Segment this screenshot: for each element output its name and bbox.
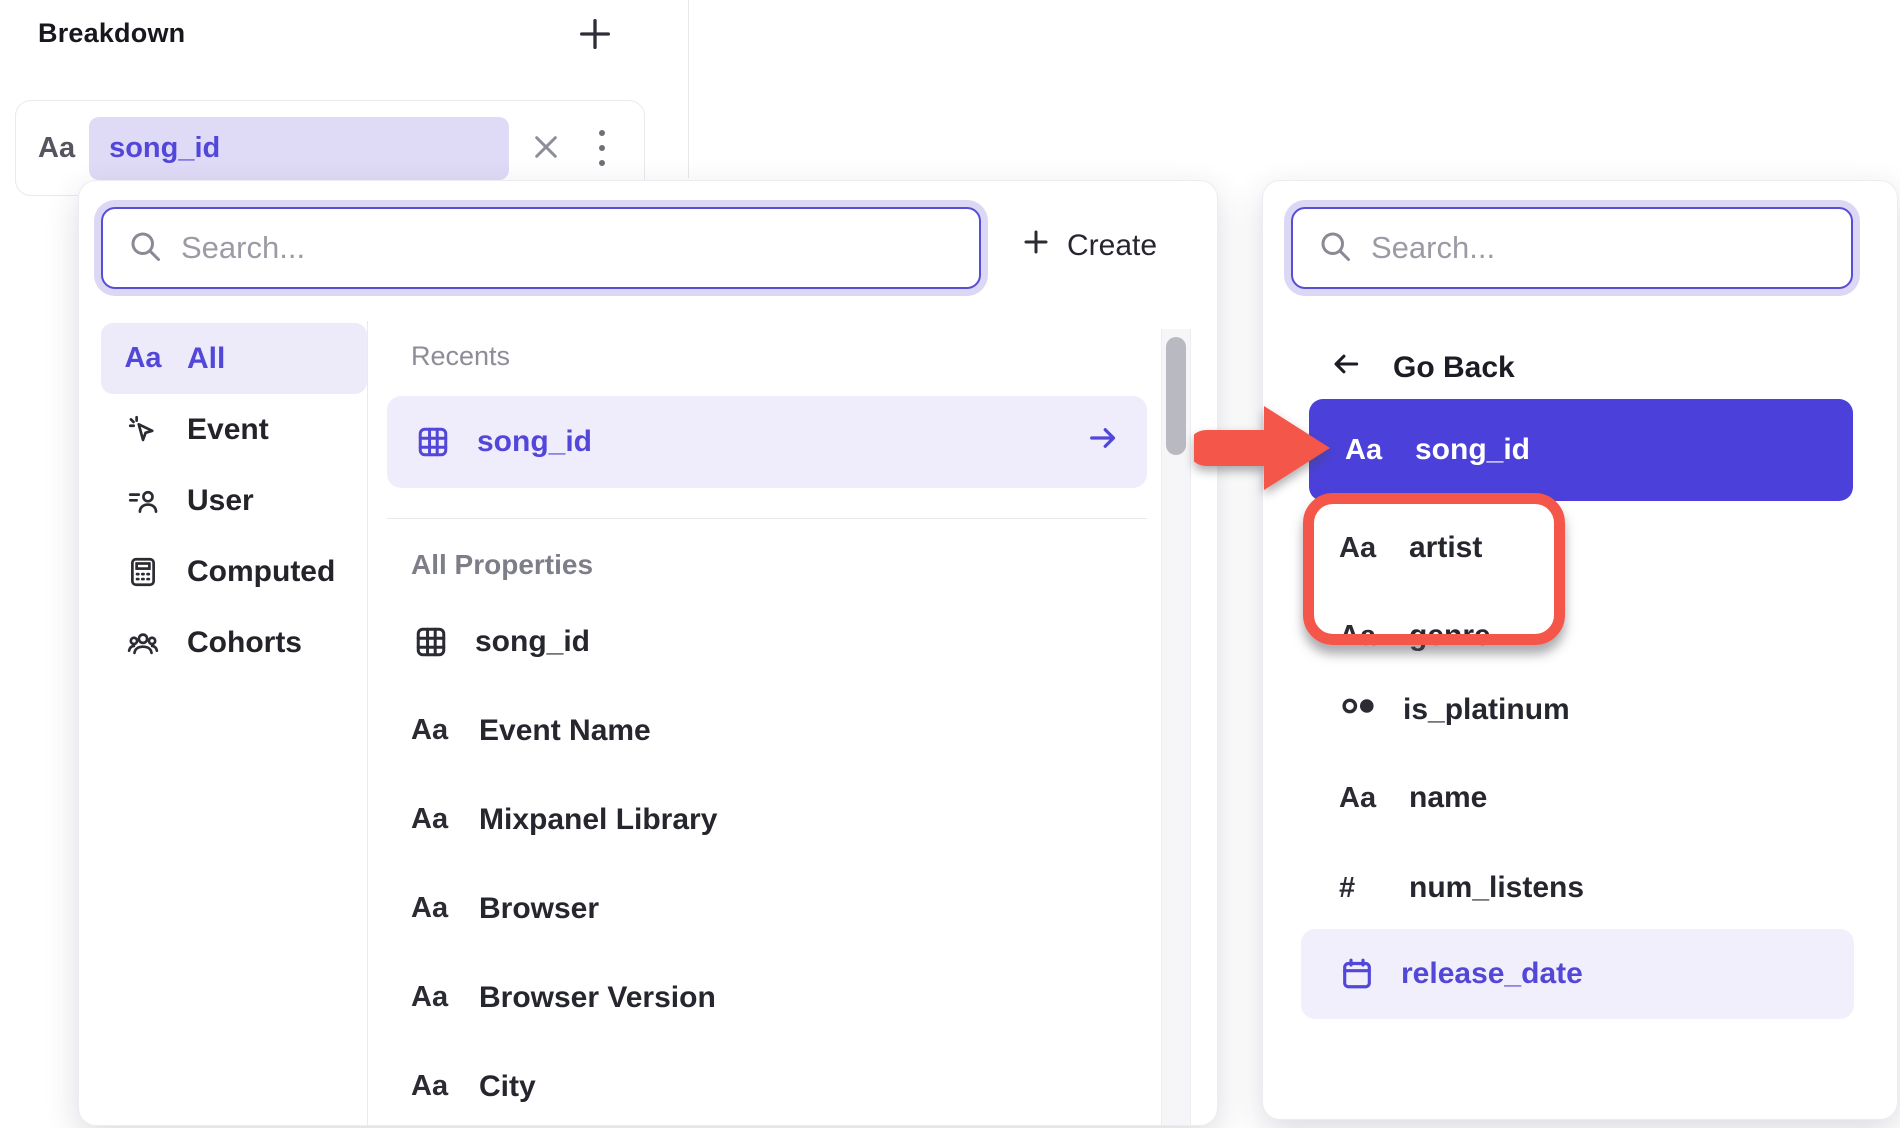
- table-grid-icon: [411, 624, 451, 660]
- text-type-icon: Aa: [1339, 534, 1385, 563]
- number-type-icon: #: [1339, 874, 1385, 903]
- text-type-icon: Aa: [1345, 436, 1391, 465]
- text-type-icon: Aa: [411, 983, 455, 1012]
- breakdown-title: Breakdown: [38, 18, 185, 49]
- property-label: Mixpanel Library: [479, 803, 717, 837]
- remove-breakdown-button[interactable]: [524, 126, 568, 170]
- text-type-icon: Aa: [411, 805, 455, 834]
- property-subpanel: Go Back Aa song_id Aa artist Aa genre is…: [1262, 180, 1898, 1120]
- annotation-arrow-icon: [1194, 398, 1342, 498]
- recents-header: Recents: [411, 341, 1147, 372]
- plus-icon: [1021, 227, 1051, 265]
- calculator-icon: [123, 555, 163, 589]
- subproperty-item-release-date[interactable]: release_date: [1301, 929, 1854, 1019]
- subproperty-label: release_date: [1401, 957, 1583, 991]
- text-type-icon: Aa: [411, 716, 455, 745]
- text-type-icon: Aa: [1339, 784, 1385, 813]
- breakdown-options-button[interactable]: [582, 122, 622, 174]
- property-label: Event Name: [479, 714, 651, 748]
- category-label: Computed: [187, 555, 335, 589]
- subproperty-item-artist[interactable]: Aa artist: [1303, 511, 1803, 585]
- sidebar-edge-divider: [688, 0, 689, 178]
- text-type-icon: Aa: [411, 1072, 455, 1101]
- category-computed[interactable]: Computed: [101, 536, 367, 607]
- text-type-icon: Aa: [1339, 622, 1385, 651]
- add-breakdown-button[interactable]: [566, 6, 624, 64]
- subproperty-item-song-id[interactable]: Aa song_id: [1309, 399, 1853, 501]
- subproperty-label: artist: [1409, 531, 1482, 565]
- property-label: Browser: [479, 892, 599, 926]
- subproperty-label: genre: [1409, 619, 1491, 653]
- scrollbar-track[interactable]: [1161, 329, 1191, 1125]
- section-divider: [387, 518, 1147, 519]
- scrollbar-thumb[interactable]: [1166, 337, 1186, 455]
- search-input[interactable]: [1371, 230, 1827, 266]
- search-icon: [127, 228, 163, 269]
- search-input[interactable]: [181, 230, 955, 266]
- category-nav: Aa All Event User Computed: [101, 323, 367, 678]
- subproperty-item-name[interactable]: Aa name: [1303, 761, 1843, 835]
- subproperty-label: name: [1409, 781, 1487, 815]
- go-back-button[interactable]: Go Back: [1329, 347, 1515, 389]
- search-icon: [1317, 228, 1353, 269]
- plus-icon: [575, 14, 615, 57]
- property-label: Browser Version: [479, 981, 716, 1015]
- subproperty-label: song_id: [1415, 433, 1530, 467]
- text-type-icon: Aa: [411, 894, 455, 923]
- panel-divider: [367, 321, 368, 1125]
- subproperty-item-genre[interactable]: Aa genre: [1303, 599, 1803, 673]
- recent-item-song-id[interactable]: song_id: [387, 396, 1147, 488]
- property-item-mixpanel-library[interactable]: Aa Mixpanel Library: [387, 775, 1147, 864]
- property-label: City: [479, 1070, 536, 1104]
- property-selector-screen: Breakdown Aa song_id Create: [0, 0, 1900, 1128]
- boolean-type-icon: [1339, 689, 1379, 731]
- property-item-city[interactable]: Aa City: [387, 1042, 1147, 1128]
- category-cohorts[interactable]: Cohorts: [101, 607, 367, 678]
- category-user[interactable]: User: [101, 465, 367, 536]
- property-item-song-id[interactable]: song_id: [387, 597, 1147, 686]
- all-properties-header: All Properties: [411, 549, 1147, 581]
- event-cursor-icon: [123, 413, 163, 447]
- right-search-box: [1291, 207, 1853, 289]
- property-item-browser[interactable]: Aa Browser: [387, 864, 1147, 953]
- property-item-event-name[interactable]: Aa Event Name: [387, 686, 1147, 775]
- go-back-label: Go Back: [1393, 351, 1515, 385]
- category-all[interactable]: Aa All: [101, 323, 367, 394]
- property-list: Recents song_id All Properties song_id: [387, 323, 1147, 1128]
- category-label: Cohorts: [187, 626, 302, 660]
- user-icon: [123, 484, 163, 518]
- category-label: User: [187, 484, 254, 518]
- close-icon: [530, 131, 562, 166]
- subproperty-label: num_listens: [1409, 871, 1584, 905]
- cohorts-icon: [123, 626, 163, 660]
- arrow-left-icon: [1329, 347, 1363, 389]
- arrow-right-icon: [1085, 420, 1121, 464]
- create-label: Create: [1067, 229, 1157, 263]
- left-search-box: [101, 207, 981, 289]
- text-type-icon: Aa: [123, 344, 163, 373]
- calendar-icon: [1337, 956, 1377, 992]
- kebab-icon: [599, 130, 605, 166]
- property-label: song_id: [475, 625, 590, 659]
- category-label: Event: [187, 413, 269, 447]
- category-event[interactable]: Event: [101, 394, 367, 465]
- create-property-button[interactable]: Create: [1021, 227, 1157, 265]
- breakdown-chip-value[interactable]: song_id: [89, 117, 509, 180]
- property-picker-panel: Create Aa All Event User: [78, 180, 1218, 1126]
- category-label: All: [187, 342, 225, 376]
- text-type-icon: Aa: [38, 134, 75, 163]
- subproperty-label: is_platinum: [1403, 693, 1570, 727]
- recent-item-label: song_id: [477, 425, 592, 459]
- property-item-browser-version[interactable]: Aa Browser Version: [387, 953, 1147, 1042]
- subproperty-item-is-platinum[interactable]: is_platinum: [1303, 673, 1843, 747]
- subproperty-item-num-listens[interactable]: # num_listens: [1303, 851, 1843, 925]
- table-grid-icon: [413, 424, 453, 460]
